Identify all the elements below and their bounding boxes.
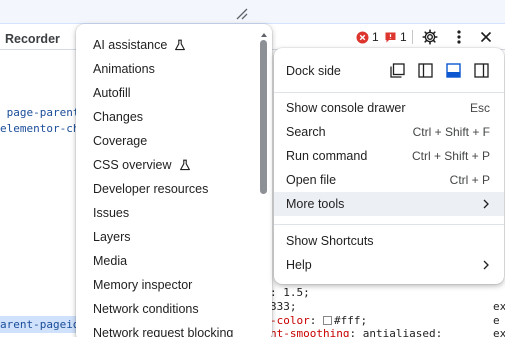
menu-item-label: More tools xyxy=(286,197,345,211)
customize-devtools-menu: Dock side Show console drawer Esc Search… xyxy=(274,48,504,284)
error-icon xyxy=(356,31,369,44)
more-options-kebab-icon[interactable] xyxy=(450,28,468,46)
menu-divider xyxy=(274,92,504,93)
css-declaration: nt-smoothing: antialiased; xyxy=(270,327,442,337)
dock-bottom-icon[interactable] xyxy=(444,62,462,80)
menu-item-label: Autofill xyxy=(93,86,131,100)
menu-item-shortcut: Ctrl + Shift + F xyxy=(412,125,490,139)
menu-item-label: Network conditions xyxy=(93,302,199,316)
resize-grip-icon[interactable] xyxy=(234,6,248,20)
css-source-link[interactable]: e xyxy=(493,314,500,327)
more-tools-submenu: AI assistance Animations Autofill Change… xyxy=(76,24,272,337)
menu-item-label: Open file xyxy=(286,173,337,187)
menu-item-label: Issues xyxy=(93,206,130,220)
css-colon: : xyxy=(309,314,323,327)
menu-item-show-shortcuts[interactable]: Show Shortcuts xyxy=(274,229,504,253)
menu-item-label: Show Shortcuts xyxy=(286,234,374,248)
css-source-link[interactable]: ex xyxy=(493,300,505,313)
css-declaration: 333; xyxy=(270,300,297,313)
error-count-badge[interactable]: 1 xyxy=(356,29,379,45)
undock-icon[interactable] xyxy=(388,62,406,80)
color-swatch[interactable] xyxy=(323,316,332,325)
css-source-link[interactable]: ex xyxy=(493,327,505,337)
menu-item-label: Media xyxy=(93,254,128,268)
css-property: -color xyxy=(270,314,310,327)
menu-item-issues[interactable]: Issues xyxy=(76,201,272,225)
issue-count-badge[interactable]: 1 xyxy=(384,29,407,45)
menu-item-show-console-drawer[interactable]: Show console drawer Esc xyxy=(274,96,504,120)
toolbar-divider xyxy=(412,30,413,44)
menu-item-search[interactable]: Search Ctrl + Shift + F xyxy=(274,120,504,144)
experiment-flask-icon xyxy=(179,159,191,171)
menu-item-run-command[interactable]: Run command Ctrl + Shift + P xyxy=(274,144,504,168)
menu-item-shortcut: Ctrl + P xyxy=(449,173,490,187)
menu-item-developer-resources[interactable]: Developer resources xyxy=(76,177,272,201)
dock-right-icon[interactable] xyxy=(472,62,490,80)
menu-item-coverage[interactable]: Coverage xyxy=(76,129,272,153)
chevron-right-icon xyxy=(482,199,490,209)
menu-divider xyxy=(274,224,504,225)
menu-item-ai-assistance[interactable]: AI assistance xyxy=(76,33,272,57)
experiment-flask-icon xyxy=(174,39,186,51)
dom-code-line: elementor-ch xyxy=(0,122,80,135)
css-value: : antialiased; xyxy=(349,327,443,337)
dock-left-icon[interactable] xyxy=(416,62,434,80)
css-value: #fff; xyxy=(334,314,368,327)
menu-item-animations[interactable]: Animations xyxy=(76,57,272,81)
css-declaration: -color: #fff; xyxy=(270,314,367,327)
css-property: nt-smoothing xyxy=(270,327,350,337)
tab-recorder[interactable]: Recorder xyxy=(5,32,60,46)
dock-side-label: Dock side xyxy=(286,63,341,78)
menu-item-autofill[interactable]: Autofill xyxy=(76,81,272,105)
issue-count: 1 xyxy=(400,30,407,44)
menu-item-shortcut: Esc xyxy=(469,101,490,115)
menu-item-css-overview[interactable]: CSS overview xyxy=(76,153,272,177)
menu-item-memory-inspector[interactable]: Memory inspector xyxy=(76,273,272,297)
css-declaration: : 1.5; xyxy=(270,286,310,299)
issue-icon xyxy=(384,31,397,44)
menu-item-layers[interactable]: Layers xyxy=(76,225,272,249)
menu-item-label: AI assistance xyxy=(93,38,168,52)
menu-item-label: Help xyxy=(286,258,312,272)
menu-item-label: CSS overview xyxy=(93,158,172,172)
menu-item-help[interactable]: Help xyxy=(274,253,504,277)
menu-item-label: Memory inspector xyxy=(93,278,193,292)
menu-item-label: Network request blocking xyxy=(93,326,234,337)
chevron-right-icon xyxy=(482,260,490,270)
menu-item-label: Coverage xyxy=(93,134,148,148)
menu-item-label: Developer resources xyxy=(93,182,209,196)
menu-item-network-conditions[interactable]: Network conditions xyxy=(76,297,272,321)
menu-item-media[interactable]: Media xyxy=(76,249,272,273)
menu-item-label: Run command xyxy=(286,149,368,163)
dom-code-line: page-parent xyxy=(0,106,80,119)
menu-item-open-file[interactable]: Open file Ctrl + P xyxy=(274,168,504,192)
close-devtools-icon[interactable] xyxy=(477,28,495,46)
top-strip xyxy=(0,0,505,24)
menu-item-more-tools[interactable]: More tools xyxy=(274,192,504,216)
menu-item-network-request-blocking[interactable]: Network request blocking xyxy=(76,321,272,337)
menu-item-label: Animations xyxy=(93,62,155,76)
settings-gear-icon[interactable] xyxy=(421,28,439,46)
menu-item-label: Layers xyxy=(93,230,131,244)
error-count: 1 xyxy=(372,30,379,44)
menu-item-label: Show console drawer xyxy=(286,101,406,115)
menu-item-label: Changes xyxy=(93,110,144,124)
dock-side-row: Dock side xyxy=(274,58,504,83)
menu-item-changes[interactable]: Changes xyxy=(76,105,272,129)
menu-item-label: Search xyxy=(286,125,326,139)
menu-item-shortcut: Ctrl + Shift + P xyxy=(411,149,490,163)
